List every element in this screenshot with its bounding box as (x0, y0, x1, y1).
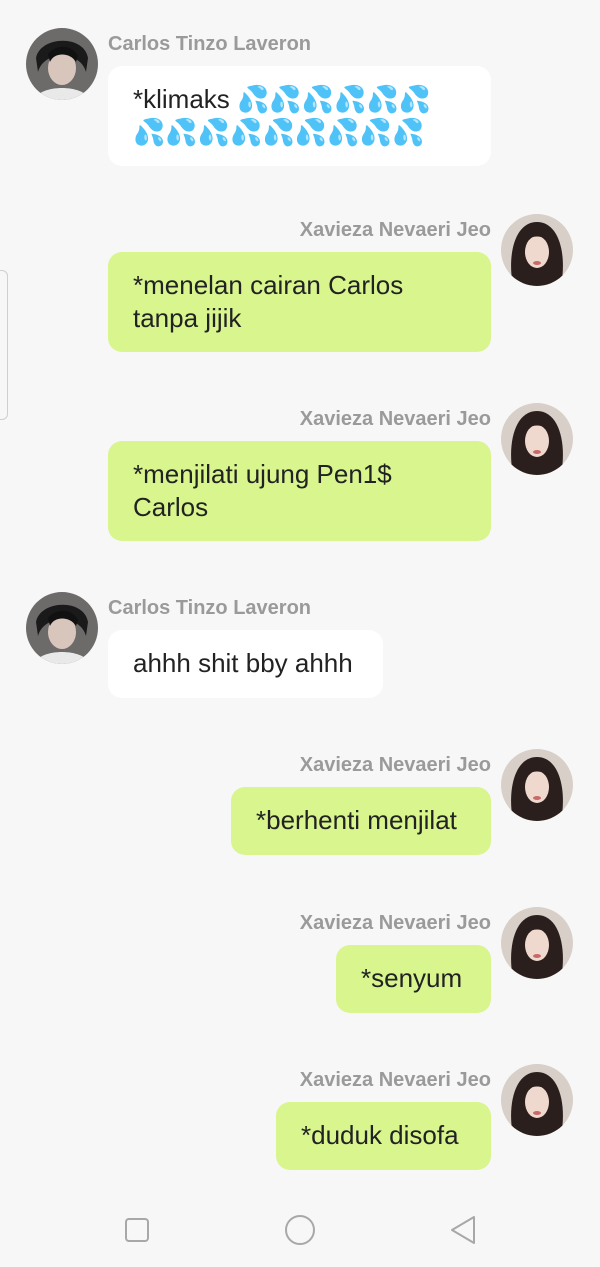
message-bubble[interactable]: *senyum (336, 945, 491, 1013)
home-button[interactable] (280, 1210, 320, 1250)
side-edge-handle[interactable] (0, 270, 8, 420)
sender-name: Carlos Tinzo Laveron (108, 597, 312, 619)
circle-home-icon (285, 1215, 315, 1245)
sender-name: Xavieza Nevaeri Jeo (299, 408, 491, 430)
avatar[interactable] (26, 592, 98, 664)
sender-name: Xavieza Nevaeri Jeo (299, 219, 491, 241)
message-bubble[interactable]: *duduk disofa (276, 1102, 491, 1170)
message-bubble[interactable]: *menjilati ujung Pen1$ Carlos (108, 441, 491, 541)
message-bubble[interactable]: ahhh shit bby ahhh (108, 630, 383, 698)
triangle-back-icon (451, 1216, 475, 1244)
sender-name: Carlos Tinzo Laveron (108, 33, 312, 55)
message-bubble[interactable]: *berhenti menjilat (231, 787, 491, 855)
sender-name: Xavieza Nevaeri Jeo (299, 912, 491, 934)
message-bubble[interactable]: *menelan cairan Carlos tanpa jijik (108, 252, 491, 352)
navigation-bar (0, 1190, 600, 1267)
recents-button[interactable] (117, 1210, 157, 1250)
avatar[interactable] (26, 28, 98, 100)
back-button[interactable] (443, 1210, 483, 1250)
avatar[interactable] (501, 1064, 573, 1136)
avatar[interactable] (501, 403, 573, 475)
square-recents-icon (125, 1218, 149, 1242)
avatar[interactable] (501, 749, 573, 821)
sender-name: Xavieza Nevaeri Jeo (299, 754, 491, 776)
avatar[interactable] (501, 214, 573, 286)
message-bubble[interactable]: *klimaks 💦💦💦💦💦💦 💦💦💦💦💦💦💦💦💦 (108, 66, 491, 166)
sender-name: Xavieza Nevaeri Jeo (299, 1069, 491, 1091)
avatar[interactable] (501, 907, 573, 979)
